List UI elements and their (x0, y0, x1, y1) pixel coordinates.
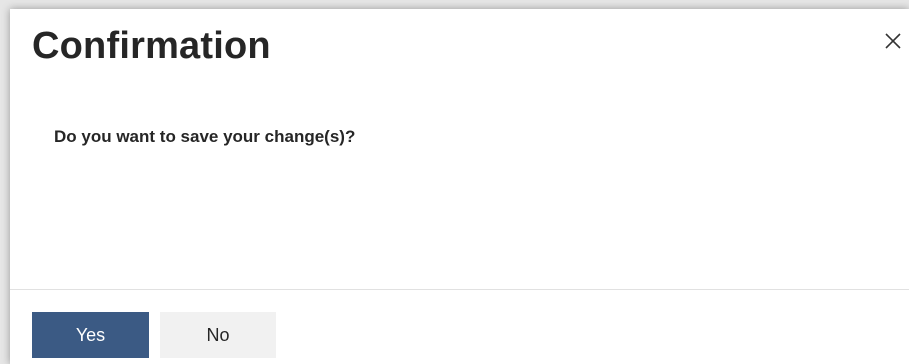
close-icon (885, 33, 901, 49)
yes-button[interactable]: Yes (32, 312, 149, 358)
footer-divider (10, 289, 909, 290)
no-button[interactable]: No (160, 312, 276, 358)
dialog-title: Confirmation (32, 25, 271, 67)
confirmation-dialog: Confirmation Do you want to save your ch… (10, 9, 909, 364)
dialog-message: Do you want to save your change(s)? (54, 127, 356, 146)
close-button[interactable] (881, 29, 905, 53)
